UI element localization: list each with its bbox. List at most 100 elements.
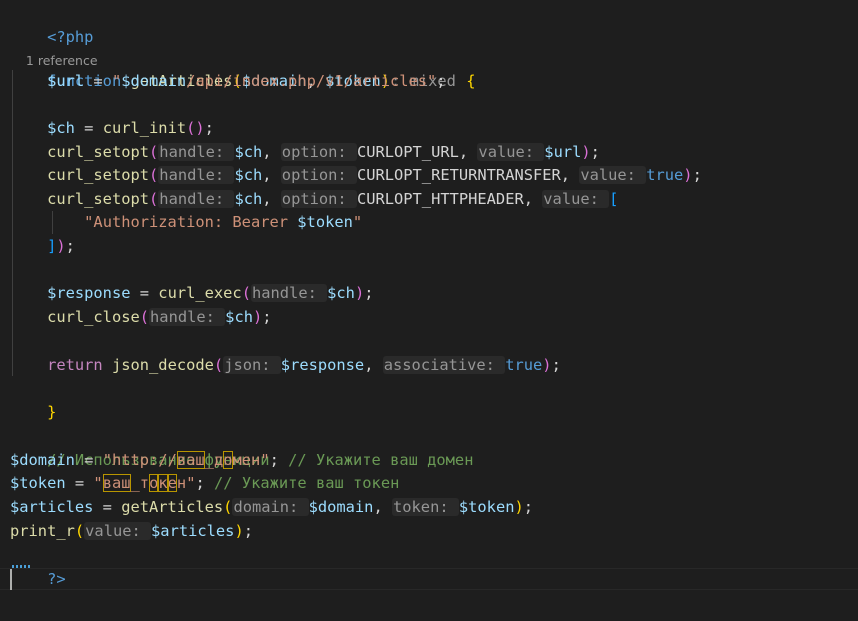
code-line: ]); [10, 235, 858, 259]
punctuation: ; [692, 166, 702, 184]
function-call: curl_setopt [47, 143, 150, 161]
code-line: "Authorization: Bearer $token" [10, 211, 858, 235]
string: " [111, 72, 122, 90]
parameter-hint: token: [392, 498, 459, 516]
code-line: $domain = "http://ваш_домен"; // Укажите… [10, 449, 858, 473]
string: " [260, 451, 270, 469]
unicode-highlight: ваш [102, 474, 131, 492]
string: Authorization: Bearer [93, 213, 298, 231]
parameter-hint: value: [579, 166, 647, 184]
punctuation: ; [243, 522, 253, 540]
parameter-hint: handle: [158, 190, 235, 208]
code-line: $url = "$domain/api/index.php/v1/article… [10, 70, 858, 94]
boolean-literal: true [505, 356, 543, 374]
parameter-hint: json: [223, 356, 281, 374]
code-editor[interactable]: <?php 1 reference function getArticles($… [0, 0, 858, 621]
bracket: ( [149, 143, 159, 161]
parameter-hint: option: [280, 143, 357, 161]
operator: = [65, 474, 94, 492]
punctuation: , [364, 356, 383, 374]
parameter-hint: option: [280, 190, 357, 208]
string: " [102, 451, 112, 469]
variable: $domain [10, 451, 75, 469]
code-line: print_r(value: $articles); [10, 520, 858, 544]
string: " [93, 474, 103, 492]
function-call: curl_setopt [47, 166, 150, 184]
variable: $articles [151, 522, 235, 540]
parameter-hint: option: [280, 166, 357, 184]
function-call: curl_exec [158, 284, 242, 302]
code-line: ?> [10, 544, 858, 588]
code-line: curl_setopt(handle: $ch, option: CURLOPT… [10, 141, 858, 165]
bracket: ) [354, 284, 365, 302]
operator: = [93, 498, 122, 516]
punctuation: ; [551, 356, 561, 374]
bracket: ) [514, 498, 524, 516]
bracket: ) [252, 308, 263, 326]
variable: $domain [308, 498, 374, 516]
punctuation: , [458, 143, 478, 161]
variable: $token [458, 498, 515, 516]
bracket: ( [149, 190, 159, 208]
string: " [352, 213, 363, 231]
punctuation: ; [269, 451, 289, 469]
bracket: ) [234, 522, 244, 540]
bracket: ( [213, 356, 224, 374]
string: _ [204, 451, 214, 469]
code-line: $response = curl_exec(handle: $ch); [10, 282, 858, 306]
bracket: ) [683, 166, 693, 184]
string: д [213, 451, 224, 469]
constant: CURLOPT_RETURNTRANSFER [356, 166, 561, 184]
variable: $token [10, 474, 66, 492]
bracket: () [186, 119, 205, 137]
parameter-hint: value: [477, 143, 545, 161]
variable: $ch [47, 119, 75, 137]
text-cursor [10, 569, 12, 590]
variable: $url [544, 143, 582, 161]
bracket: ) [56, 237, 66, 255]
string: _ [130, 474, 140, 492]
variable: $url [47, 72, 85, 90]
variable: $ch [234, 143, 263, 161]
punctuation: ; [364, 284, 374, 302]
parameter-hint: handle: [158, 143, 235, 161]
function-call: print_r [10, 522, 75, 540]
string-interpolation: $domain [121, 72, 187, 90]
bracket: [ [609, 190, 619, 208]
parameter-hint: value: [542, 190, 610, 208]
variable: $ch [234, 166, 263, 184]
punctuation: , [262, 166, 281, 184]
unicode-highlight: о [149, 474, 159, 492]
punctuation: ; [436, 72, 446, 90]
code-line: <?php [10, 2, 858, 46]
current-line-highlight [0, 568, 858, 590]
bracket: } [47, 402, 57, 421]
variable: $response [280, 356, 365, 374]
code-line: return json_decode(json: $response, asso… [10, 354, 858, 378]
bracket: ( [149, 166, 159, 184]
operator: = [74, 119, 103, 137]
unicode-highlight: ваш [176, 451, 205, 469]
bracket: ( [74, 522, 85, 540]
code-line: $token = "ваш_токен"; // Укажите ваш ток… [10, 472, 858, 496]
unicode-highlight: е [167, 474, 177, 492]
bracket: ) [581, 143, 591, 161]
parameter-hint: handle: [149, 308, 226, 326]
operator: = [130, 284, 159, 302]
string: т [139, 474, 150, 492]
string: мен [232, 451, 261, 469]
code-line: $articles = getArticles(domain: $domain,… [10, 496, 858, 520]
punctuation: ; [590, 143, 600, 161]
boolean-literal: true [646, 166, 684, 184]
variable: $response [47, 284, 131, 302]
comment: // Укажите ваш домен [288, 451, 474, 469]
parameter-hint: value: [84, 522, 152, 540]
punctuation: , [560, 166, 580, 184]
variable: $ch [234, 190, 263, 208]
variable: $ch [327, 284, 355, 302]
punctuation: ; [262, 308, 272, 326]
code-line: $ch = curl_init(); [10, 117, 858, 141]
unicode-highlight: о [223, 451, 233, 469]
function-call: getArticles [121, 498, 224, 516]
